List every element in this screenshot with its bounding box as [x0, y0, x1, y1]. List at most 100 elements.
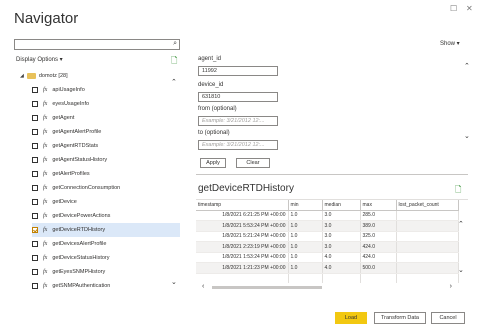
tree-item-label: eyesUsageInfo — [52, 100, 90, 107]
params-scroll-down-icon[interactable]: ⌄ — [464, 132, 470, 140]
tree-item[interactable]: fx getConnectionConsumption — [32, 181, 180, 195]
checkbox[interactable] — [32, 184, 38, 191]
checkbox[interactable] — [32, 282, 38, 289]
tree-root-domotz[interactable]: ◢ domotz [28] — [20, 70, 68, 82]
hscroll-thumb[interactable] — [212, 286, 322, 289]
tree-item[interactable]: fx eyesUsageInfo — [32, 97, 180, 111]
table-cell: 389.0 — [360, 220, 397, 232]
checkbox[interactable] — [32, 156, 38, 163]
table-cell: 1.0 — [288, 241, 323, 253]
checkbox[interactable] — [32, 240, 38, 247]
left-scrollbar[interactable]: ⌃ ⌄ — [170, 70, 179, 296]
function-icon: fx — [43, 282, 48, 289]
table-row: 1/8/2021 1:21:23 PM +00:00 1.0 4.0 500.0 — [196, 262, 459, 274]
table-scroll-down-icon[interactable]: ⌄ — [458, 266, 464, 274]
tree-item[interactable]: fx getAgentStatusHistory — [32, 153, 180, 167]
show-dropdown[interactable]: Show ▾ — [440, 40, 460, 47]
transform-data-button[interactable]: Transform Data — [374, 312, 426, 324]
column-header[interactable]: max — [360, 200, 397, 211]
tree-item-label: getAgentStatusHistory — [52, 156, 108, 163]
function-icon: fx — [43, 86, 48, 93]
table-row: 1/8/2021 5:53:24 PM +00:00 1.0 3.0 389.0 — [196, 220, 459, 232]
column-header[interactable]: median — [322, 200, 361, 211]
divider — [196, 174, 468, 175]
tree-item[interactable]: fx getDevicesAlertProfile — [32, 237, 180, 251]
table-cell — [396, 210, 459, 221]
tree-item[interactable]: fx getAgentAlertProfile — [32, 125, 180, 139]
agent-id-field[interactable]: 11992 — [198, 66, 278, 76]
tree-item-label: getDevicesAlertProfile — [52, 240, 107, 247]
function-icon: fx — [43, 198, 48, 205]
checkbox[interactable] — [32, 268, 38, 275]
search-input[interactable]: ⌕ — [14, 39, 180, 50]
checkbox[interactable] — [32, 212, 38, 219]
tree-item[interactable]: fx getEyesSNMPHistory — [32, 265, 180, 279]
tree-item[interactable]: fx getDeviceStatusHistory — [32, 251, 180, 265]
table-cell: 3.0 — [322, 241, 361, 253]
table-cell: 1/8/2021 6:21:25 PM +00:00 — [196, 210, 289, 221]
tree-item[interactable]: fx getSNMPAuthentication — [32, 279, 180, 293]
from-label: from (optional) — [198, 106, 237, 112]
checkbox[interactable] — [32, 226, 38, 233]
scroll-up-icon[interactable]: ⌃ — [171, 78, 177, 86]
tree-item[interactable]: fx getAgent — [32, 111, 180, 125]
function-icon: fx — [43, 226, 48, 233]
scroll-right-icon[interactable]: › — [450, 283, 452, 290]
tree-item-label: getDeviceStatusHistory — [52, 254, 110, 261]
apply-button[interactable]: Apply — [200, 158, 226, 168]
table-scroll-up-icon[interactable]: ⌃ — [458, 220, 464, 228]
function-icon: fx — [43, 268, 48, 275]
from-field[interactable]: Example: 3/21/2012 12:... — [198, 116, 278, 126]
device-id-field[interactable]: 631810 — [198, 92, 278, 102]
table-cell: 1/8/2021 1:53:24 PM +00:00 — [196, 252, 289, 263]
function-icon: fx — [43, 142, 48, 149]
column-header[interactable]: lost_packet_count — [396, 200, 459, 211]
table-row: 1/8/2021 5:21:24 PM +00:00 1.0 3.0 325.0 — [196, 231, 459, 242]
checkbox[interactable] — [32, 142, 38, 149]
table-cell: 1.0 — [288, 252, 323, 263]
tree-item[interactable]: fx getDevicePowerActions — [32, 209, 180, 223]
function-icon: fx — [43, 254, 48, 261]
checkbox[interactable] — [32, 170, 38, 177]
table-cell: 4.0 — [322, 252, 361, 263]
column-header[interactable]: timestamp — [196, 200, 289, 211]
tree-item[interactable]: fx apiUsageInfo — [32, 83, 180, 97]
checkbox[interactable] — [32, 114, 38, 121]
function-icon: fx — [43, 156, 48, 163]
checkbox[interactable] — [32, 254, 38, 261]
cancel-button[interactable]: Cancel — [431, 312, 465, 324]
column-header[interactable]: min — [288, 200, 323, 211]
maximize-icon[interactable]: ☐ — [450, 4, 457, 13]
tree-item[interactable]: fx getDeviceRTDHistory — [32, 223, 180, 237]
table-cell: 1/8/2021 5:21:24 PM +00:00 — [196, 231, 289, 242]
tree-item[interactable]: fx getAlertProfiles — [32, 167, 180, 181]
collapse-arrow-icon[interactable]: ◢ — [20, 73, 24, 79]
checkbox[interactable] — [32, 128, 38, 135]
tree-item[interactable]: fx getAgentRTDStats — [32, 139, 180, 153]
search-icon[interactable]: ⌕ — [173, 40, 177, 48]
params-scroll-up-icon[interactable]: ⌃ — [464, 62, 470, 70]
checkbox[interactable] — [32, 198, 38, 205]
device-id-label: device_id — [198, 82, 224, 88]
checkbox[interactable] — [32, 100, 38, 107]
scroll-down-icon[interactable]: ⌄ — [171, 278, 177, 286]
checkbox[interactable] — [32, 86, 38, 93]
function-icon: fx — [43, 212, 48, 219]
to-field[interactable]: Example: 3/21/2012 12:... — [198, 140, 278, 150]
table-cell — [396, 241, 459, 253]
clear-button[interactable]: Clear — [236, 158, 270, 168]
load-button[interactable]: Load — [335, 312, 367, 324]
new-table-icon[interactable]: 🗋 — [171, 55, 177, 69]
close-icon[interactable]: ✕ — [466, 4, 473, 13]
tree-item-label: getSNMPAuthentication — [52, 282, 111, 289]
table-cell: 285.0 — [360, 210, 397, 221]
tree-item[interactable]: fx getDevice — [32, 195, 180, 209]
table-row: 1/8/2021 1:53:24 PM +00:00 1.0 4.0 424.0 — [196, 252, 459, 263]
tree-item-label: getAlertProfiles — [52, 170, 90, 177]
scroll-left-icon[interactable]: ‹ — [202, 283, 204, 290]
tree-item-label: getConnectionConsumption — [52, 184, 121, 191]
function-icon: fx — [43, 128, 48, 135]
table-hscrollbar[interactable]: ‹ › — [202, 283, 452, 291]
preview-table-icon[interactable]: 🗋 — [455, 184, 461, 198]
display-options-dropdown[interactable]: Display Options ▾ — [16, 56, 63, 63]
